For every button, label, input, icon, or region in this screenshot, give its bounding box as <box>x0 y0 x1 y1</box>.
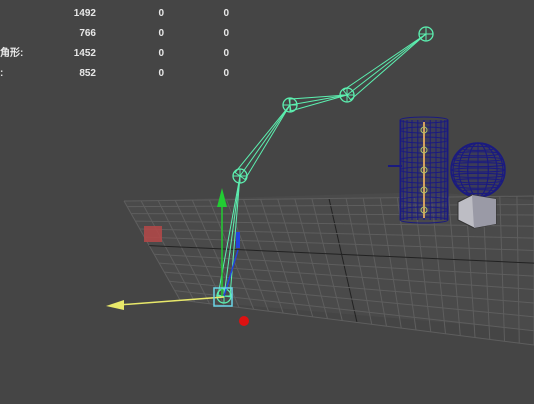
locator-icon[interactable] <box>144 226 162 242</box>
cube-mesh-icon[interactable] <box>457 194 497 229</box>
bone-axis <box>346 33 427 96</box>
hud-value: 0 <box>223 48 229 59</box>
x-axis-arrow-icon[interactable] <box>106 300 124 310</box>
y-axis-arrow-icon[interactable] <box>217 188 227 207</box>
hud-row: 766 0 0 <box>0 27 240 41</box>
hud-row: 角形: 1452 0 0 <box>0 47 240 61</box>
perspective-viewport[interactable]: 1492 0 0 766 0 0 角形: 1452 0 0 :852 0 0 <box>0 0 534 404</box>
bone-axis <box>239 104 291 177</box>
sphere-mesh-icon[interactable] <box>450 142 506 198</box>
hud-row: 1492 0 0 <box>0 7 240 21</box>
hud-value: 0 <box>223 28 229 39</box>
hud-value: 0 <box>223 68 229 79</box>
hud-value: 0 <box>223 8 229 19</box>
hud-row: :852 0 0 <box>0 67 240 81</box>
pivot-icon[interactable] <box>239 316 249 326</box>
z-axis-handle-icon[interactable] <box>236 232 240 248</box>
bone[interactable] <box>288 94 348 112</box>
